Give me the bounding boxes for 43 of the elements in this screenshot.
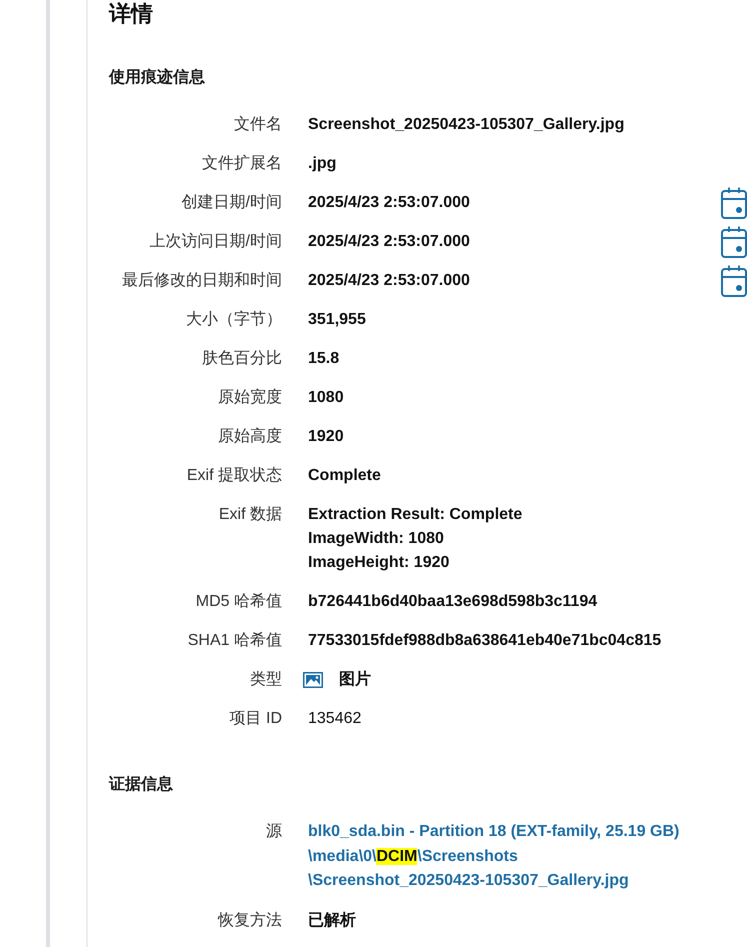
field-label: 恢复方法 [218,910,282,930]
source-link[interactable]: blk0_sda.bin - Partition 18 (EXT-family, 25.19 GB) \media\0\DCIM\Screenshots \Screenshot_20250423-105307_Gallery.jpg [308,820,680,894]
field-label: 项目 ID [230,709,282,729]
field-value: 图片 [339,670,371,690]
field-label: 文件名 [234,114,282,135]
field-label: 大小（字节） [186,310,282,330]
field-value: Extraction Result: Complete [308,505,522,525]
calendar-icon[interactable] [721,226,747,258]
field-value: 1920 [308,427,344,447]
field-label: 创建日期/时间 [182,192,282,213]
field-value: 135462 [308,709,362,729]
field-value: ImageWidth: 1080 [308,529,444,549]
field-value: Screenshot_20250423-105307_Gallery.jpg [308,115,624,135]
section-title: 证据信息 [109,774,173,795]
field-value: 1080 [308,388,344,408]
field-label: 最后修改的日期和时间 [122,270,282,291]
field-label: Exif 数据 [218,505,282,525]
field-value: .jpg [308,154,336,174]
field-value: b726441b6d40baa13e698d598b3c1194 [308,592,598,612]
field-value: 77533015fdef988db8a638641eb40e71bc04c815 [308,631,662,651]
field-value: 15.8 [308,349,340,369]
image-icon [303,672,323,688]
calendar-icon[interactable] [721,265,747,297]
field-value: 已解析 [308,910,356,930]
field-label: Exif 提取状态 [186,466,282,486]
field-label: 上次访问日期/时间 [150,232,282,252]
section-title: 使用痕迹信息 [109,67,205,88]
field-label: 类型 [250,670,282,690]
field-value: Complete [308,466,381,486]
calendar-icon[interactable] [721,187,747,219]
field-value: 2025/4/23 2:53:07.000 [308,193,470,213]
field-label: 源 [266,822,282,842]
field-label: MD5 哈希值 [196,592,282,612]
field-label: SHA1 哈希值 [188,630,282,651]
field-label: 肤色百分比 [202,348,282,369]
panel-title: 详情 [109,0,153,28]
field-label: 文件扩展名 [202,154,282,174]
field-value: ImageHeight: 1920 [308,553,450,573]
field-value: 2025/4/23 2:53:07.000 [308,271,470,291]
field-label: 原始宽度 [218,388,282,408]
field-label: 原始高度 [218,426,282,447]
field-value: 2025/4/23 2:53:07.000 [308,232,470,252]
field-value: 351,955 [308,310,366,330]
